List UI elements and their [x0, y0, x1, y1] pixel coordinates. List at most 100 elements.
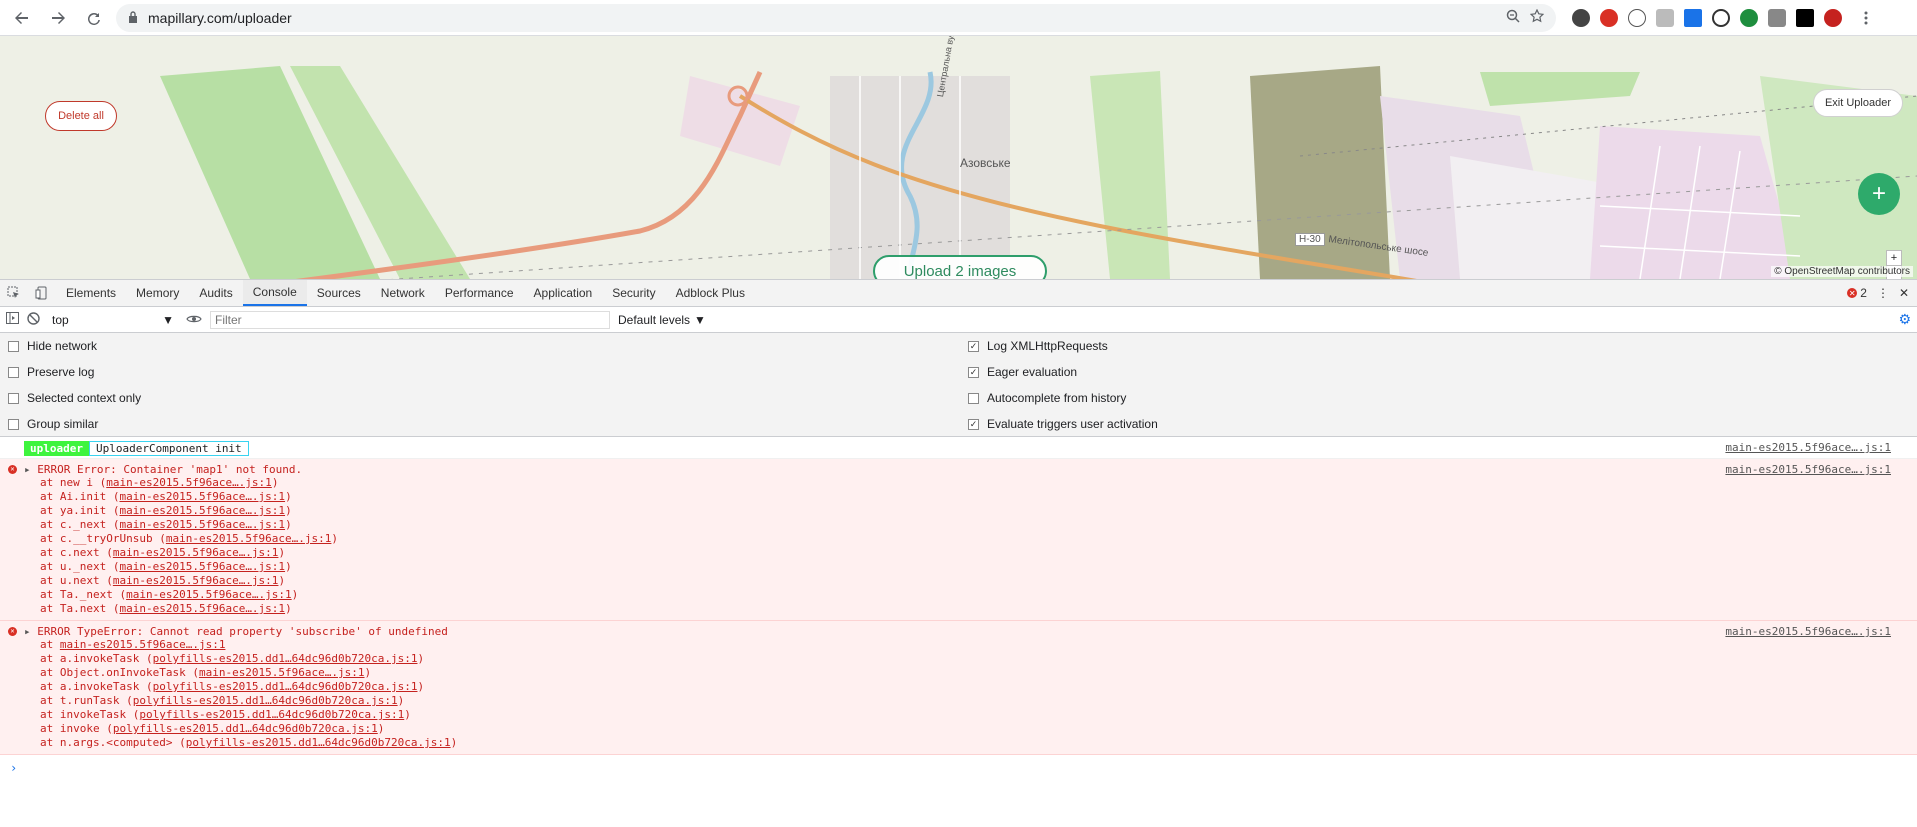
tab-adblock-plus[interactable]: Adblock Plus [666, 280, 755, 306]
tab-memory[interactable]: Memory [126, 280, 189, 306]
tab-elements[interactable]: Elements [56, 280, 126, 306]
stack-frame-link[interactable]: polyfills-es2015.dd1…64dc96d0b720ca.js:1 [153, 652, 418, 665]
uploader-map[interactable]: Азовське Н-30 Мелітопольське шосе Центра… [0, 36, 1917, 279]
map-attribution[interactable]: © OpenStreetMap contributors [1771, 266, 1913, 277]
context-select[interactable]: top ▼ [48, 311, 178, 329]
option-autocomplete-from-history[interactable]: Autocomplete from history [968, 391, 1126, 405]
tab-application[interactable]: Application [524, 280, 603, 306]
circle-extension-icon[interactable] [1628, 8, 1646, 27]
console-error-row[interactable]: ✕ ERROR Error: Container 'map1' not foun… [0, 459, 1917, 621]
stack-frame-link[interactable]: main-es2015.5f96ace….js:1 [119, 602, 285, 615]
option-eager-evaluation[interactable]: ✓ Eager evaluation [968, 365, 1077, 379]
stack-frame-link[interactable]: polyfills-es2015.dd1…64dc96d0b720ca.js:1 [186, 736, 451, 749]
clover-extension-icon[interactable] [1740, 8, 1758, 27]
stack-frame-link[interactable]: polyfills-es2015.dd1…64dc96d0b720ca.js:1 [113, 722, 378, 735]
tab-audits[interactable]: Audits [189, 280, 242, 306]
upload-images-button[interactable]: Upload 2 images [873, 255, 1047, 279]
stack-frame-link[interactable]: main-es2015.5f96ace….js:1 [166, 532, 332, 545]
stack-frame-link[interactable]: polyfills-es2015.dd1…64dc96d0b720ca.js:1 [153, 680, 418, 693]
option-log-xmlhttprequests[interactable]: ✓ Log XMLHttpRequests [968, 339, 1108, 353]
tab-console[interactable]: Console [242, 280, 307, 306]
device-toggle-icon[interactable] [28, 280, 56, 306]
uploader-badge: uploader [24, 441, 89, 456]
stack-frame-link[interactable]: main-es2015.5f96ace….js:1 [119, 504, 285, 517]
log-source-link[interactable]: main-es2015.5f96ace….js:1 [1725, 625, 1891, 638]
console-error-row[interactable]: ✕ ERROR TypeError: Cannot read property … [0, 621, 1917, 755]
checkbox[interactable] [8, 340, 19, 352]
cloud-extension-icon[interactable] [1768, 8, 1786, 27]
stack-frame-link[interactable]: main-es2015.5f96ace….js:1 [113, 574, 279, 587]
log-source-link[interactable]: main-es2015.5f96ace….js:1 [1725, 463, 1891, 476]
stack-frame: at main-es2015.5f96ace….js:1 [40, 638, 1917, 652]
menu-dots-icon[interactable] [1852, 4, 1880, 32]
error-message[interactable]: ERROR TypeError: Cannot read property 's… [24, 625, 1917, 638]
star-icon[interactable] [1529, 8, 1545, 26]
option-label: Log XMLHttpRequests [987, 339, 1108, 353]
stack-frame-link[interactable]: main-es2015.5f96ace….js:1 [60, 638, 226, 651]
stack-frame-text: ) [404, 708, 411, 721]
option-preserve-log[interactable]: Preserve log [8, 365, 94, 379]
add-button[interactable]: + [1858, 173, 1900, 215]
checkbox[interactable] [968, 392, 979, 404]
error-counter[interactable]: ✕ 2 [1847, 286, 1867, 300]
stack-frame-link[interactable]: main-es2015.5f96ace….js:1 [106, 476, 272, 489]
grey-extension-icon[interactable] [1656, 8, 1674, 27]
checkbox[interactable] [8, 392, 19, 404]
stack-frame-link[interactable]: main-es2015.5f96ace….js:1 [119, 518, 285, 531]
clear-console-icon[interactable] [27, 311, 40, 328]
checkbox-checked[interactable]: ✓ [968, 418, 979, 430]
reload-icon[interactable] [80, 4, 108, 32]
gear-icon[interactable]: ⚙ [1898, 311, 1911, 328]
stack-frame-text: at a.invokeTask ( [40, 652, 153, 665]
checkbox[interactable] [8, 418, 19, 430]
checkbox-checked[interactable]: ✓ [968, 366, 979, 378]
tab-performance[interactable]: Performance [435, 280, 524, 306]
inspect-element-icon[interactable] [0, 280, 28, 306]
blue-extension-icon[interactable] [1684, 8, 1702, 27]
console-prompt[interactable]: › [0, 755, 1917, 775]
adblock-extension-icon[interactable] [1600, 8, 1618, 27]
stack-frame-link[interactable]: main-es2015.5f96ace….js:1 [113, 546, 279, 559]
checkbox[interactable] [8, 366, 19, 378]
stack-frame-link[interactable]: polyfills-es2015.dd1…64dc96d0b720ca.js:1 [139, 708, 404, 721]
checkbox-checked[interactable]: ✓ [968, 340, 979, 352]
zoom-icon[interactable] [1506, 9, 1520, 26]
devtools-menu-icon[interactable]: ⋮ [1877, 286, 1889, 300]
option-evaluate-triggers-user-activation[interactable]: ✓ Evaluate triggers user activation [968, 417, 1158, 431]
option-hide-network[interactable]: Hide network [8, 339, 97, 353]
tab-network[interactable]: Network [371, 280, 435, 306]
stack-frame-text: ) [285, 490, 292, 503]
stack-frame: at t.runTask (polyfills-es2015.dd1…64dc9… [40, 694, 1917, 708]
back-arrow-icon[interactable] [8, 4, 36, 32]
stack-frame-link[interactable]: main-es2015.5f96ace….js:1 [119, 560, 285, 573]
address-bar[interactable]: mapillary.com/uploader [116, 3, 1556, 32]
stack-frame-link[interactable]: polyfills-es2015.dd1…64dc96d0b720ca.js:1 [133, 694, 398, 707]
stack-frame: at a.invokeTask (polyfills-es2015.dd1…64… [40, 680, 1917, 694]
error-message[interactable]: ERROR Error: Container 'map1' not found. [24, 463, 1917, 476]
eye-icon[interactable] [186, 313, 202, 327]
forward-arrow-icon[interactable] [44, 4, 72, 32]
log-source-link[interactable]: main-es2015.5f96ace….js:1 [1725, 441, 1891, 454]
stack-frame-text: at ya.init ( [40, 504, 120, 517]
stack-frame-text: at Ai.init ( [40, 490, 120, 503]
exit-uploader-button[interactable]: Exit Uploader [1813, 89, 1903, 117]
stack-frame-link[interactable]: main-es2015.5f96ace….js:1 [126, 588, 292, 601]
close-icon[interactable]: ✕ [1899, 286, 1909, 300]
option-selected-context-only[interactable]: Selected context only [8, 391, 141, 405]
option-label: Autocomplete from history [987, 391, 1127, 405]
tab-security[interactable]: Security [602, 280, 665, 306]
stack-frame-link[interactable]: main-es2015.5f96ace….js:1 [199, 666, 365, 679]
option-label: Hide network [27, 339, 98, 353]
delete-all-button[interactable]: Delete all [45, 101, 117, 131]
block-extension-icon[interactable] [1712, 8, 1730, 27]
sidebar-toggle-icon[interactable] [6, 312, 19, 327]
filter-input[interactable] [210, 310, 610, 329]
log-levels-select[interactable]: Default levels ▼ [618, 313, 706, 327]
stack-frame-link[interactable]: main-es2015.5f96ace….js:1 [119, 490, 285, 503]
incognito-extension-icon[interactable] [1572, 8, 1590, 27]
zoom-in-button[interactable]: + [1887, 251, 1901, 266]
option-group-similar[interactable]: Group similar [8, 417, 98, 431]
profile-avatar-icon[interactable] [1824, 8, 1842, 27]
tab-sources[interactable]: Sources [307, 280, 371, 306]
black-extension-icon[interactable] [1796, 8, 1814, 27]
